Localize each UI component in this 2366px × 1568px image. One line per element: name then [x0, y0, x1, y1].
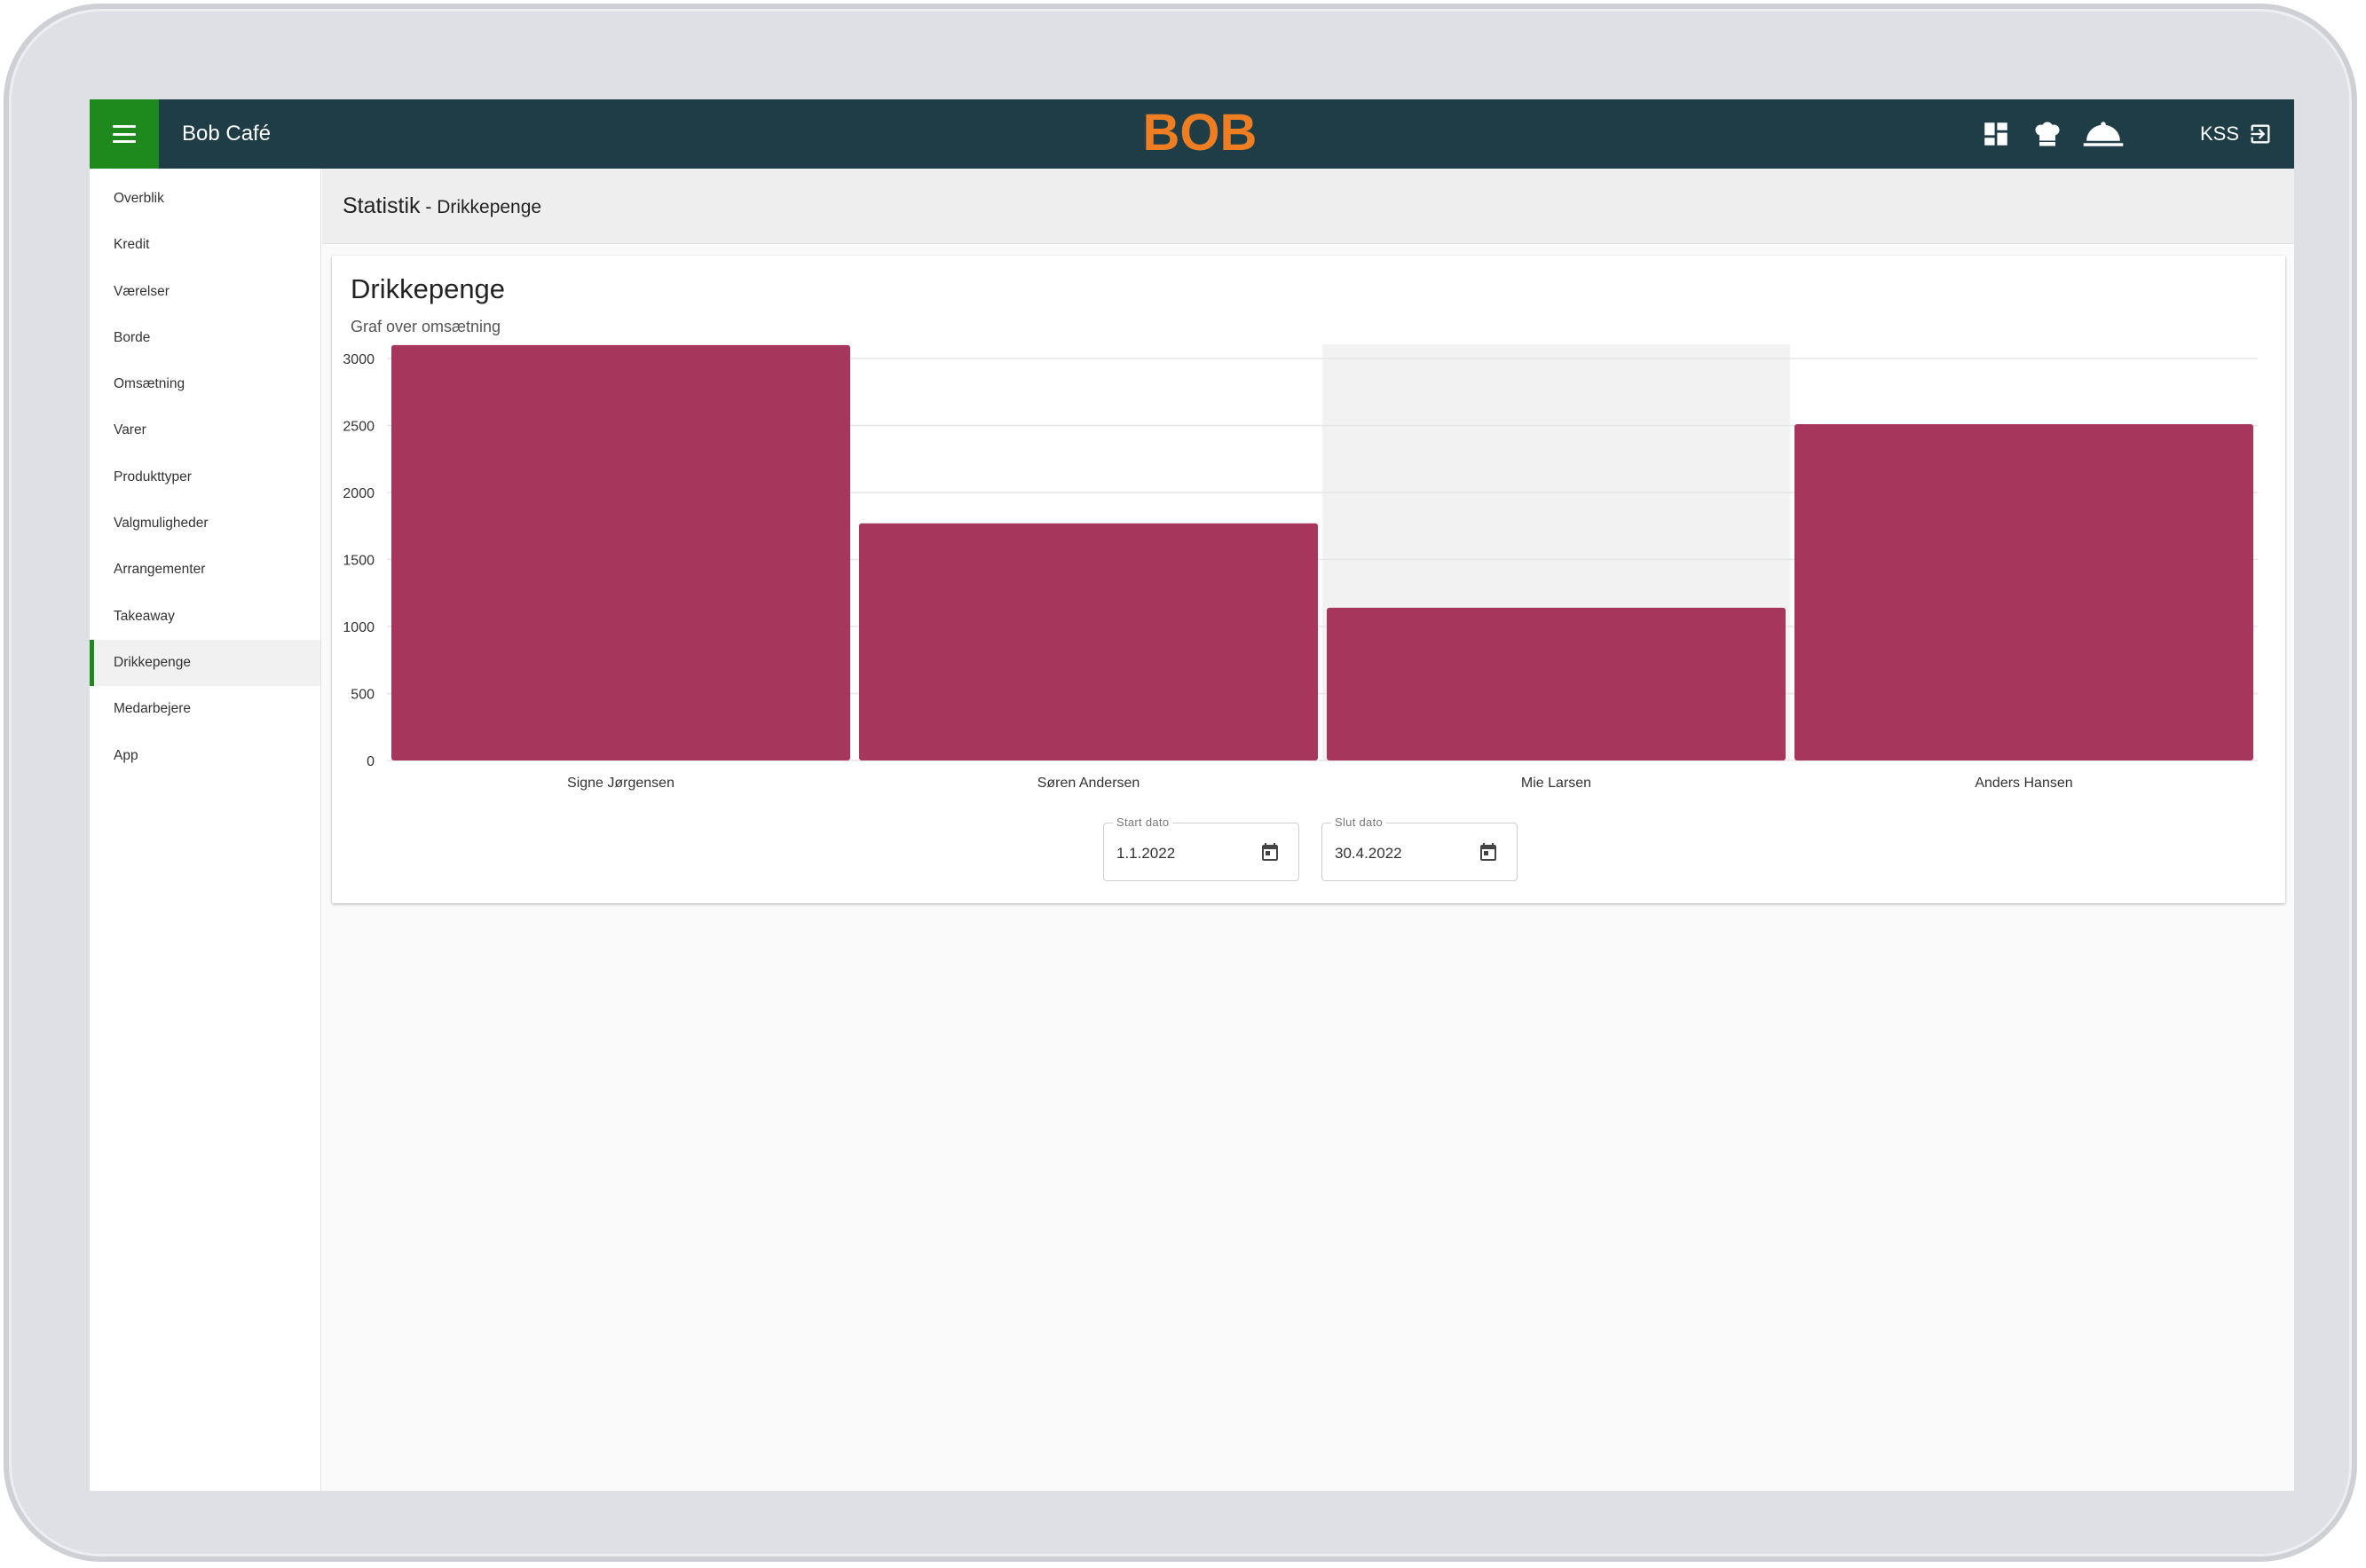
sidebar-item-kredit[interactable]: Kredit: [90, 222, 320, 268]
top-app-bar: Bob Café BOB KSS: [90, 99, 2294, 169]
sidebar-item-overblik[interactable]: Overblik: [90, 176, 320, 222]
calendar-icon[interactable]: [1478, 841, 1499, 863]
sidebar-item-varer[interactable]: Varer: [90, 407, 320, 453]
statistics-card: 0 500 1000 1500 2000 2500 3000 Signe Jørgensen S…: [332, 256, 2285, 903]
bar-signe-jørgensen: [391, 344, 850, 760]
sidebar-item-drikkepenge[interactable]: Drikkepenge: [90, 639, 320, 687]
app-title: Bob Café: [182, 122, 272, 146]
y-tick-label: 500: [351, 688, 375, 703]
start-date-field[interactable]: Start dato 1.1.2022: [1103, 816, 1299, 881]
card-title: Drikkepenge: [351, 273, 506, 304]
app-screen: Bob Café BOB KSS Overblik Kredit Værelse…: [90, 99, 2294, 1491]
y-tick-label: 1000: [343, 620, 375, 635]
logo-text: BOB: [1143, 106, 1258, 160]
sidebar-item-værelser[interactable]: Værelser: [90, 269, 320, 315]
sidebar-item-arrangementer[interactable]: Arrangementer: [90, 547, 320, 593]
x-tick-label: Signe Jørgensen: [567, 776, 674, 791]
sidebar-nav: Overblik Kredit Værelser Borde Omsætning Vare…: [90, 169, 321, 1491]
y-tick-label: 0: [367, 754, 375, 769]
chef-hat-icon[interactable]: [2030, 116, 2065, 152]
page-title-sub: - Drikkepenge: [420, 197, 542, 217]
end-date-value: 30.4.2022: [1335, 845, 1402, 862]
x-tick-label: Anders Hansen: [1975, 776, 2072, 791]
y-tick-label: 2000: [343, 486, 375, 501]
card-subtitle: Graf over omsætning: [351, 318, 501, 335]
y-tick-label: 3000: [343, 352, 375, 367]
start-date-label: Start dato: [1113, 816, 1173, 829]
sidebar-item-app[interactable]: App: [90, 733, 320, 779]
sidebar-item-omsætning[interactable]: Omsætning: [90, 361, 320, 407]
page-title: Statistik - Drikkepenge: [343, 169, 541, 244]
user-logout-area[interactable]: KSS: [2200, 99, 2273, 169]
header-icon-bar: [1978, 115, 2125, 153]
end-date-label: Slut dato: [1331, 816, 1387, 829]
user-initials: KSS: [2199, 122, 2239, 145]
tips-bar-chart: 0 500 1000 1500 2000 2500 3000 Signe Jørgensen S…: [343, 344, 2258, 791]
logout-icon[interactable]: [2248, 122, 2273, 146]
sidebar-item-produkttyper[interactable]: Produkttyper: [90, 454, 320, 500]
sidebar-item-medarbejere[interactable]: Medarbejere: [90, 686, 320, 732]
bob-logo: BOB: [1143, 106, 1258, 160]
bar-anders-hansen: [1794, 423, 2253, 760]
bar-mie-larsen: [1327, 607, 1786, 760]
bar-søren-andersen: [859, 523, 1318, 760]
menu-button[interactable]: [90, 99, 159, 169]
tablet-frame: Bob Café BOB KSS Overblik Kredit Værelse…: [4, 4, 2357, 1562]
x-tick-label: Søren Andersen: [1037, 776, 1140, 791]
page-header: Statistik - Drikkepenge: [322, 169, 2294, 244]
dashboard-icon[interactable]: [1978, 116, 2014, 152]
page-title-main: Statistik: [343, 193, 421, 218]
y-tick-label: 1500: [343, 554, 375, 569]
x-tick-label: Mie Larsen: [1521, 776, 1591, 791]
y-tick-label: 2500: [343, 420, 375, 435]
start-date-value: 1.1.2022: [1116, 845, 1176, 862]
sidebar-item-valgmuligheder[interactable]: Valgmuligheder: [90, 500, 320, 547]
hamburger-menu-icon: [113, 125, 136, 143]
sidebar-item-takeaway[interactable]: Takeaway: [90, 594, 320, 640]
calendar-icon[interactable]: [1259, 841, 1281, 863]
sidebar-item-borde[interactable]: Borde: [90, 315, 320, 361]
end-date-field[interactable]: Slut dato 30.4.2022: [1321, 816, 1518, 881]
cloche-icon[interactable]: [2081, 116, 2125, 152]
